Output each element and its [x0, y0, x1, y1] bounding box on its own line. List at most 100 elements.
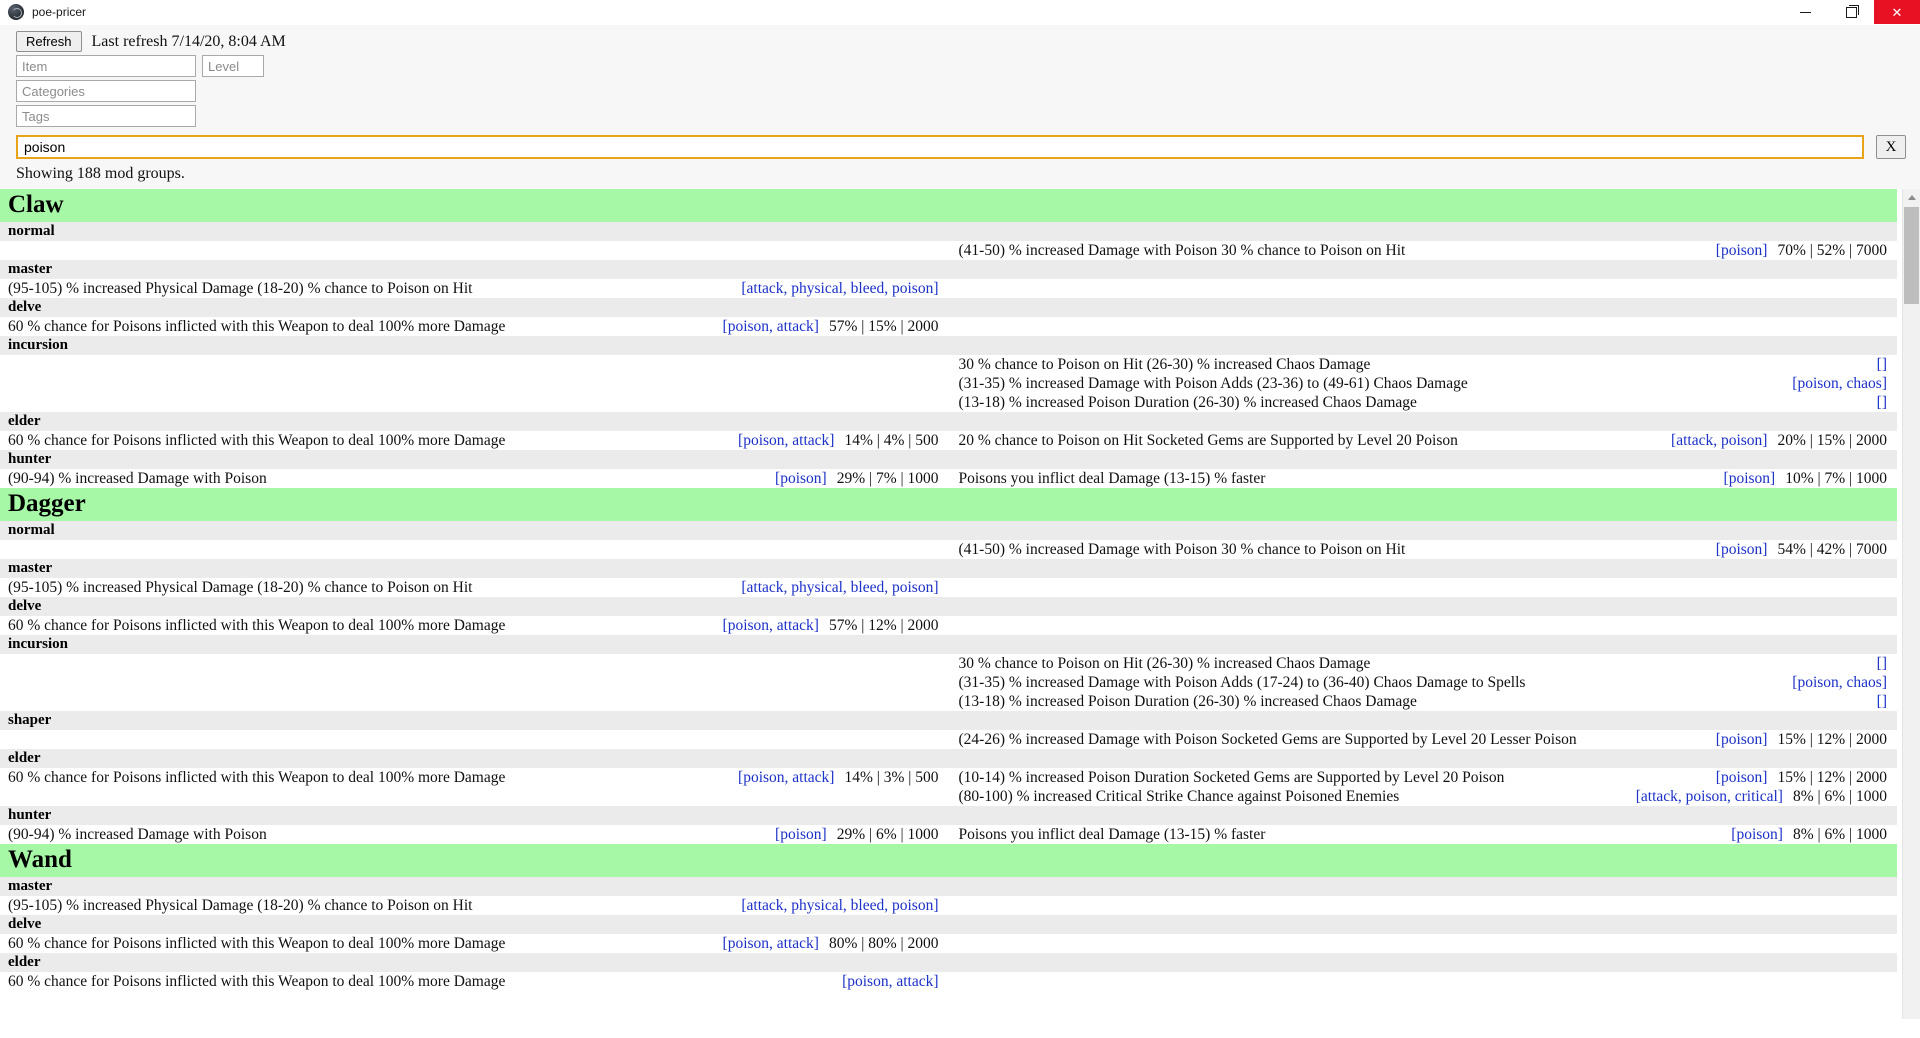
mod-stats: 80% | 80% | 2000: [828, 935, 939, 952]
mod-tags[interactable]: [poison, attack]: [738, 431, 834, 450]
mod-row: 60 % chance for Poisons inflicted with t…: [0, 317, 1897, 336]
results-status: Showing 188 mod groups.: [0, 163, 1920, 189]
item-level-row: [16, 55, 1920, 77]
mod-text: 60 % chance for Poisons inflicted with t…: [8, 973, 506, 990]
last-refresh-label: Last refresh 7/14/20, 8:04 AM: [91, 32, 286, 50]
mod-tags[interactable]: [poison]: [775, 825, 827, 844]
mod-col-left: (95-105) % increased Physical Damage (18…: [0, 279, 949, 298]
maximize-button[interactable]: [1828, 0, 1874, 24]
tags-input[interactable]: [16, 105, 196, 127]
scrollbar-thumb[interactable]: [1904, 207, 1919, 304]
close-icon: ✕: [1891, 4, 1903, 20]
mod-line-empty: [959, 616, 1888, 635]
scroll-up-arrow-icon[interactable]: [1903, 189, 1920, 206]
clear-search-button[interactable]: X: [1876, 135, 1906, 159]
mod-text: 30 % chance to Poison on Hit (26-30) % i…: [958, 356, 1371, 373]
mod-tags[interactable]: [attack, physical, bleed, poison]: [741, 578, 938, 597]
maximize-icon: [1845, 4, 1859, 18]
minimize-button[interactable]: [1782, 0, 1828, 24]
mod-tags[interactable]: [poison]: [775, 469, 827, 488]
level-input[interactable]: [202, 55, 264, 77]
mod-line: (13-18) % increased Poison Duration (26-…: [959, 692, 1888, 711]
mod-stats: 54% | 42% | 7000: [1777, 541, 1887, 558]
mod-tags[interactable]: [poison, attack]: [723, 934, 819, 953]
categories-input[interactable]: [16, 80, 196, 102]
item-input[interactable]: [16, 55, 196, 77]
tier-label: elder: [0, 953, 1897, 972]
mod-tags[interactable]: [poison]: [1716, 730, 1768, 749]
tier-label: hunter: [0, 806, 1897, 825]
mod-tags[interactable]: [poison, chaos]: [1792, 673, 1887, 692]
mod-stats: 10% | 7% | 1000: [1785, 470, 1887, 487]
mod-text: 30 % chance to Poison on Hit (26-30) % i…: [958, 655, 1371, 672]
mod-col-left: 60 % chance for Poisons inflicted with t…: [0, 317, 949, 336]
mod-row: 60 % chance for Poisons inflicted with t…: [0, 616, 1897, 635]
mod-text: (13-18) % increased Poison Duration (26-…: [958, 693, 1417, 710]
mod-line-empty: [8, 374, 939, 393]
mod-col-right: Poisons you inflict deal Damage (13-15) …: [949, 469, 1898, 488]
mod-stats: 29% | 7% | 1000: [836, 470, 939, 487]
mod-tags[interactable]: []: [1877, 393, 1887, 412]
mod-line: (31-35) % increased Damage with Poison A…: [959, 374, 1888, 393]
close-button[interactable]: ✕: [1874, 0, 1920, 24]
mod-tags[interactable]: [poison]: [1724, 469, 1776, 488]
mod-text: (90-94) % increased Damage with Poison: [8, 470, 267, 487]
mod-text: 20 % chance to Poison on Hit Socketed Ge…: [958, 432, 1458, 449]
group-header: Dagger: [0, 488, 1897, 521]
mod-tags[interactable]: [poison, attack]: [738, 768, 834, 787]
mod-stats: 8% | 6% | 1000: [1792, 788, 1887, 805]
mod-line-empty: [8, 540, 939, 559]
mod-line: 60 % chance for Poisons inflicted with t…: [8, 972, 939, 991]
mod-line-empty: [959, 317, 1888, 336]
tier-label: master: [0, 559, 1897, 578]
mod-row: (95-105) % increased Physical Damage (18…: [0, 896, 1897, 915]
search-input[interactable]: [16, 135, 1864, 159]
mod-tags[interactable]: [attack, physical, bleed, poison]: [741, 279, 938, 298]
mod-tags[interactable]: []: [1877, 654, 1887, 673]
mod-row: (95-105) % increased Physical Damage (18…: [0, 279, 1897, 298]
mod-text: 60 % chance for Poisons inflicted with t…: [8, 617, 506, 634]
mod-tags[interactable]: [poison]: [1716, 540, 1768, 559]
tier-label: incursion: [0, 635, 1897, 654]
mod-col-right: 30 % chance to Poison on Hit (26-30) % i…: [949, 355, 1898, 412]
results-scrollbar[interactable]: [1902, 189, 1920, 1019]
mod-tags[interactable]: []: [1877, 355, 1887, 374]
mod-line: (95-105) % increased Physical Damage (18…: [8, 578, 939, 597]
mod-line: 60 % chance for Poisons inflicted with t…: [8, 934, 939, 953]
mod-tags[interactable]: [attack, poison, critical]: [1636, 787, 1783, 806]
window-titlebar: poe-pricer ✕: [0, 0, 1920, 25]
refresh-button[interactable]: Refresh: [16, 31, 82, 52]
mod-line: (90-94) % increased Damage with Poison [p…: [8, 825, 939, 844]
mod-line-empty: [8, 355, 939, 374]
mod-col-right: [949, 279, 1898, 298]
mod-tags[interactable]: [attack, poison]: [1671, 431, 1767, 450]
mod-tags[interactable]: [poison]: [1716, 241, 1768, 260]
tier-label: shaper: [0, 711, 1897, 730]
mod-col-right: (41-50) % increased Damage with Poison 3…: [949, 241, 1898, 260]
mod-line: 60 % chance for Poisons inflicted with t…: [8, 317, 939, 336]
mod-tags[interactable]: [poison]: [1716, 768, 1768, 787]
window-title: poe-pricer: [32, 5, 87, 19]
mod-tags[interactable]: [poison]: [1731, 825, 1783, 844]
tier-label: normal: [0, 222, 1897, 241]
mod-line-empty: [959, 934, 1888, 953]
mod-col-left: 60 % chance for Poisons inflicted with t…: [0, 768, 949, 806]
mod-tags[interactable]: []: [1877, 692, 1887, 711]
mod-tags[interactable]: [poison, attack]: [723, 616, 819, 635]
mod-col-left: [0, 355, 949, 412]
mod-line: Poisons you inflict deal Damage (13-15) …: [959, 825, 1888, 844]
mod-text: (80-100) % increased Critical Strike Cha…: [958, 788, 1400, 805]
mod-row: 30 % chance to Poison on Hit (26-30) % i…: [0, 654, 1897, 711]
mod-tags[interactable]: [attack, physical, bleed, poison]: [741, 896, 938, 915]
mod-stats: 15% | 12% | 2000: [1777, 769, 1887, 786]
tier-label: delve: [0, 298, 1897, 317]
mod-tags[interactable]: [poison, attack]: [723, 317, 819, 336]
mod-line-empty: [8, 393, 939, 412]
mod-col-left: (90-94) % increased Damage with Poison [p…: [0, 825, 949, 844]
tier-label: delve: [0, 597, 1897, 616]
mod-tags[interactable]: [poison, chaos]: [1792, 374, 1887, 393]
mod-tags[interactable]: [poison, attack]: [842, 972, 938, 991]
mod-col-left: 60 % chance for Poisons inflicted with t…: [0, 934, 949, 953]
mod-stats: 15% | 12% | 2000: [1777, 731, 1887, 748]
mod-line-empty: [8, 730, 939, 749]
